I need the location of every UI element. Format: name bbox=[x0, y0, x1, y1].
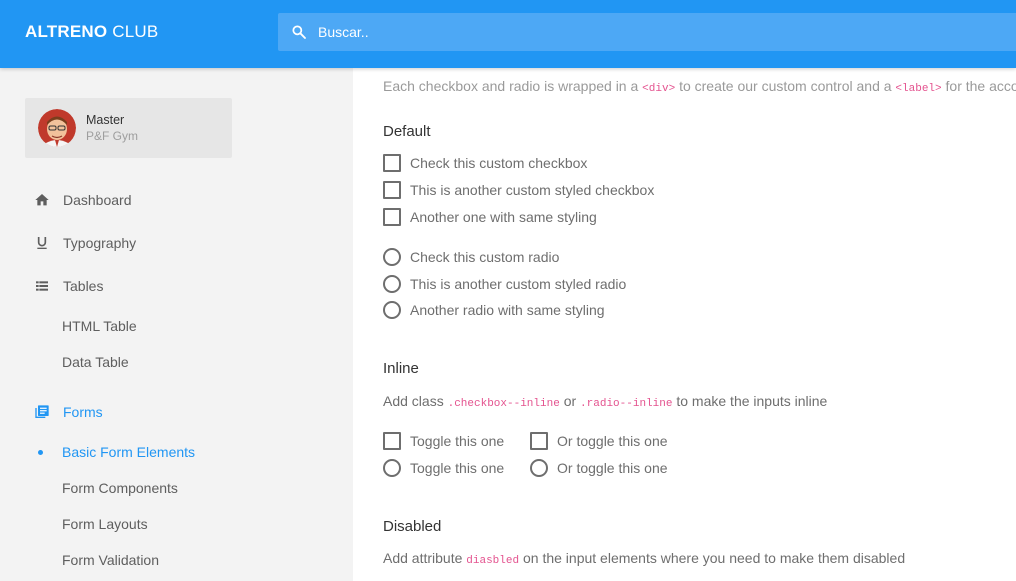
sidebar-item-label: Form Components bbox=[62, 480, 178, 496]
radio-button[interactable] bbox=[383, 301, 401, 319]
desc-text-part: or bbox=[559, 393, 581, 409]
brand-name-bold: ALTRENO bbox=[25, 22, 108, 41]
search-icon[interactable] bbox=[291, 24, 307, 40]
sidebar-item-label: Basic Form Elements bbox=[62, 444, 196, 460]
sidebar-item-typography[interactable]: Typography bbox=[0, 228, 353, 258]
checkbox-label: Another one with same styling bbox=[410, 209, 597, 225]
intro-text-part: Each checkbox and radio is wrapped in a bbox=[383, 78, 643, 94]
sidebar-item-label: Form Layouts bbox=[62, 516, 148, 532]
user-profile-card[interactable]: Master P&F Gym bbox=[25, 98, 232, 158]
checkbox-label: Or toggle this one bbox=[557, 433, 668, 449]
brand-name-rest: CLUB bbox=[107, 22, 159, 41]
sidebar-item-label: Typography bbox=[63, 235, 137, 251]
checkbox[interactable] bbox=[383, 208, 401, 226]
intro-text-part: to create our custom control and a bbox=[675, 78, 896, 94]
sidebar-item-data-table[interactable]: Data Table bbox=[0, 347, 353, 377]
section-title-inline: Inline bbox=[383, 360, 419, 377]
sidebar-item-dashboard[interactable]: Dashboard bbox=[0, 185, 353, 215]
sidebar-item-form-components[interactable]: Form Components bbox=[0, 473, 353, 503]
code-snippet: diasbled bbox=[466, 555, 520, 567]
intro-text-part: for the accompanying bbox=[945, 78, 1016, 94]
section-title-disabled: Disabled bbox=[383, 518, 442, 535]
radio-label: This is another custom styled radio bbox=[410, 276, 627, 292]
code-snippet: <div> bbox=[642, 83, 676, 95]
desc-text-part: on the input elements where you need to … bbox=[519, 550, 906, 566]
top-header: ALTRENO CLUB bbox=[0, 0, 1016, 68]
checkbox-label: This is another custom styled checkbox bbox=[410, 182, 655, 198]
active-indicator-dot bbox=[38, 450, 43, 455]
checkbox-label: Check this custom checkbox bbox=[410, 155, 588, 171]
inline-description: Add class .checkbox--inline or .radio--i… bbox=[383, 393, 827, 410]
section-title-default: Default bbox=[383, 123, 431, 140]
profile-name: Master bbox=[86, 113, 125, 127]
desc-text-part: Add attribute bbox=[383, 550, 467, 566]
profile-subtitle: P&F Gym bbox=[86, 129, 139, 143]
sidebar-item-basic-form-elements[interactable]: Basic Form Elements bbox=[0, 437, 353, 467]
sidebar-item-forms[interactable]: Forms bbox=[0, 397, 353, 427]
search-bar bbox=[278, 13, 1016, 51]
sidebar-item-html-table[interactable]: HTML Table bbox=[0, 311, 353, 341]
forms-icon bbox=[35, 405, 49, 418]
code-snippet: .checkbox--inline bbox=[447, 398, 560, 410]
radio-label: Or toggle this one bbox=[557, 460, 668, 476]
underline-icon bbox=[37, 237, 47, 249]
home-icon bbox=[35, 194, 49, 206]
checkbox[interactable] bbox=[383, 432, 401, 450]
sidebar: Master P&F Gym Dashboard Typography Tabl… bbox=[0, 68, 353, 581]
radio-button[interactable] bbox=[383, 275, 401, 293]
radio-button[interactable] bbox=[383, 459, 401, 477]
search-input[interactable] bbox=[318, 13, 998, 51]
radio-label: Toggle this one bbox=[410, 460, 505, 476]
code-snippet: .radio--inline bbox=[580, 398, 673, 410]
sidebar-item-label: Dashboard bbox=[63, 192, 132, 208]
desc-text-part: Add class bbox=[383, 393, 448, 409]
desc-text-part: to make the inputs inline bbox=[672, 393, 828, 409]
sidebar-item-label: Form Validation bbox=[62, 552, 160, 568]
radio-label: Check this custom radio bbox=[410, 249, 560, 265]
checkbox[interactable] bbox=[530, 432, 548, 450]
sidebar-item-label: Forms bbox=[63, 404, 103, 420]
radio-button[interactable] bbox=[383, 248, 401, 266]
sidebar-item-label: Tables bbox=[63, 278, 104, 294]
sidebar-item-form-validation[interactable]: Form Validation bbox=[0, 545, 353, 575]
checkbox[interactable] bbox=[383, 181, 401, 199]
checkbox[interactable] bbox=[383, 154, 401, 172]
sidebar-item-form-layouts[interactable]: Form Layouts bbox=[0, 509, 353, 539]
radio-label: Another radio with same styling bbox=[410, 302, 605, 318]
sidebar-item-label: HTML Table bbox=[62, 318, 137, 334]
code-snippet: <label> bbox=[895, 83, 942, 95]
sidebar-item-label: Data Table bbox=[62, 354, 129, 370]
brand-logo[interactable]: ALTRENO CLUB bbox=[25, 22, 158, 42]
avatar bbox=[38, 109, 76, 147]
sidebar-item-tables[interactable]: Tables bbox=[0, 271, 353, 301]
main-content: Each checkbox and radio is wrapped in a … bbox=[353, 68, 1016, 581]
checkbox-label: Toggle this one bbox=[410, 433, 505, 449]
radio-button[interactable] bbox=[530, 459, 548, 477]
disabled-description: Add attribute diasbled on the input elem… bbox=[383, 550, 905, 567]
list-icon bbox=[36, 281, 48, 291]
intro-text: Each checkbox and radio is wrapped in a … bbox=[383, 78, 1016, 95]
